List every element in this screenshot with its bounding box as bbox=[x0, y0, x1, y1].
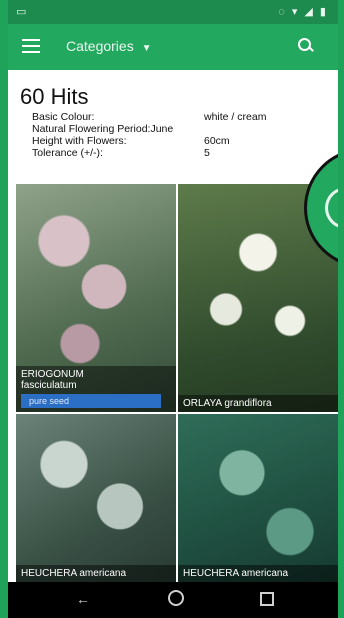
tile-caption: HEUCHERA americana bbox=[178, 565, 338, 582]
tile-caption: HEUCHERA americana bbox=[16, 565, 176, 582]
spec-key: Height with Flowers: bbox=[32, 135, 127, 147]
search-icon[interactable] bbox=[296, 36, 314, 54]
spec-key: Tolerance (+/-): bbox=[32, 147, 103, 159]
spec-row: Natural Flowering Period:June bbox=[32, 123, 266, 135]
tile-genus: ORLAYA bbox=[183, 398, 222, 409]
spec-value: white / cream bbox=[204, 111, 267, 123]
tile-species: americana bbox=[79, 568, 127, 579]
tile-species: fasciculatum bbox=[21, 380, 77, 391]
tile-caption: ORLAYA grandiflora bbox=[178, 395, 338, 412]
spec-key: Natural Flowering Period: bbox=[32, 123, 151, 135]
status-bar: ▭ ◌ ▾ ◢ ▮ bbox=[8, 0, 338, 24]
tile-caption: ERIOGONUM fasciculatum pure seed bbox=[16, 366, 176, 412]
result-tile[interactable]: ERIOGONUM fasciculatum pure seed bbox=[16, 184, 176, 412]
seed-type-badge: pure seed bbox=[21, 394, 161, 408]
spec-value: 5 bbox=[204, 147, 210, 159]
tile-species: americana bbox=[241, 568, 289, 579]
tile-species: grandiflora bbox=[224, 398, 272, 409]
spec-row: Tolerance (+/-): 5 bbox=[32, 147, 266, 159]
chevron-down-icon: ▼ bbox=[141, 43, 152, 54]
spec-row: Basic Colour: white / cream bbox=[32, 111, 266, 123]
back-icon[interactable]: ← bbox=[76, 591, 90, 607]
home-icon[interactable] bbox=[168, 590, 184, 606]
phone-screen: ▭ ◌ ▾ ◢ ▮ Categories ▼ 60 Hits Basic Col… bbox=[8, 0, 338, 618]
hamburger-icon[interactable] bbox=[22, 39, 40, 53]
spec-value: June bbox=[150, 123, 174, 135]
recent-apps-icon[interactable] bbox=[260, 592, 274, 606]
notification-icon: ▭ bbox=[16, 6, 27, 18]
spec-row: Height with Flowers: 60cm bbox=[32, 135, 266, 147]
circle-icon bbox=[325, 187, 338, 229]
categories-label: Categories bbox=[66, 38, 134, 54]
spec-value: 60cm bbox=[204, 135, 230, 147]
hits-count: 60 Hits bbox=[20, 84, 89, 109]
tile-genus: HEUCHERA bbox=[183, 568, 239, 579]
spec-key: Basic Colour: bbox=[32, 111, 95, 123]
system-nav-bar: ← bbox=[8, 582, 338, 618]
result-tile[interactable]: HEUCHERA americana bbox=[178, 414, 338, 582]
app-bar: Categories ▼ bbox=[8, 24, 338, 70]
categories-dropdown[interactable]: Categories ▼ bbox=[66, 38, 152, 54]
result-tile[interactable]: HEUCHERA americana bbox=[16, 414, 176, 582]
results-grid: ERIOGONUM fasciculatum pure seed ORLAYA … bbox=[16, 184, 338, 582]
tile-genus: ERIOGONUM bbox=[21, 369, 84, 380]
status-icons: ◌ ▾ ◢ ▮ bbox=[278, 6, 328, 18]
tile-genus: HEUCHERA bbox=[21, 568, 77, 579]
filter-specs: Basic Colour: white / cream Natural Flowe… bbox=[32, 111, 266, 159]
